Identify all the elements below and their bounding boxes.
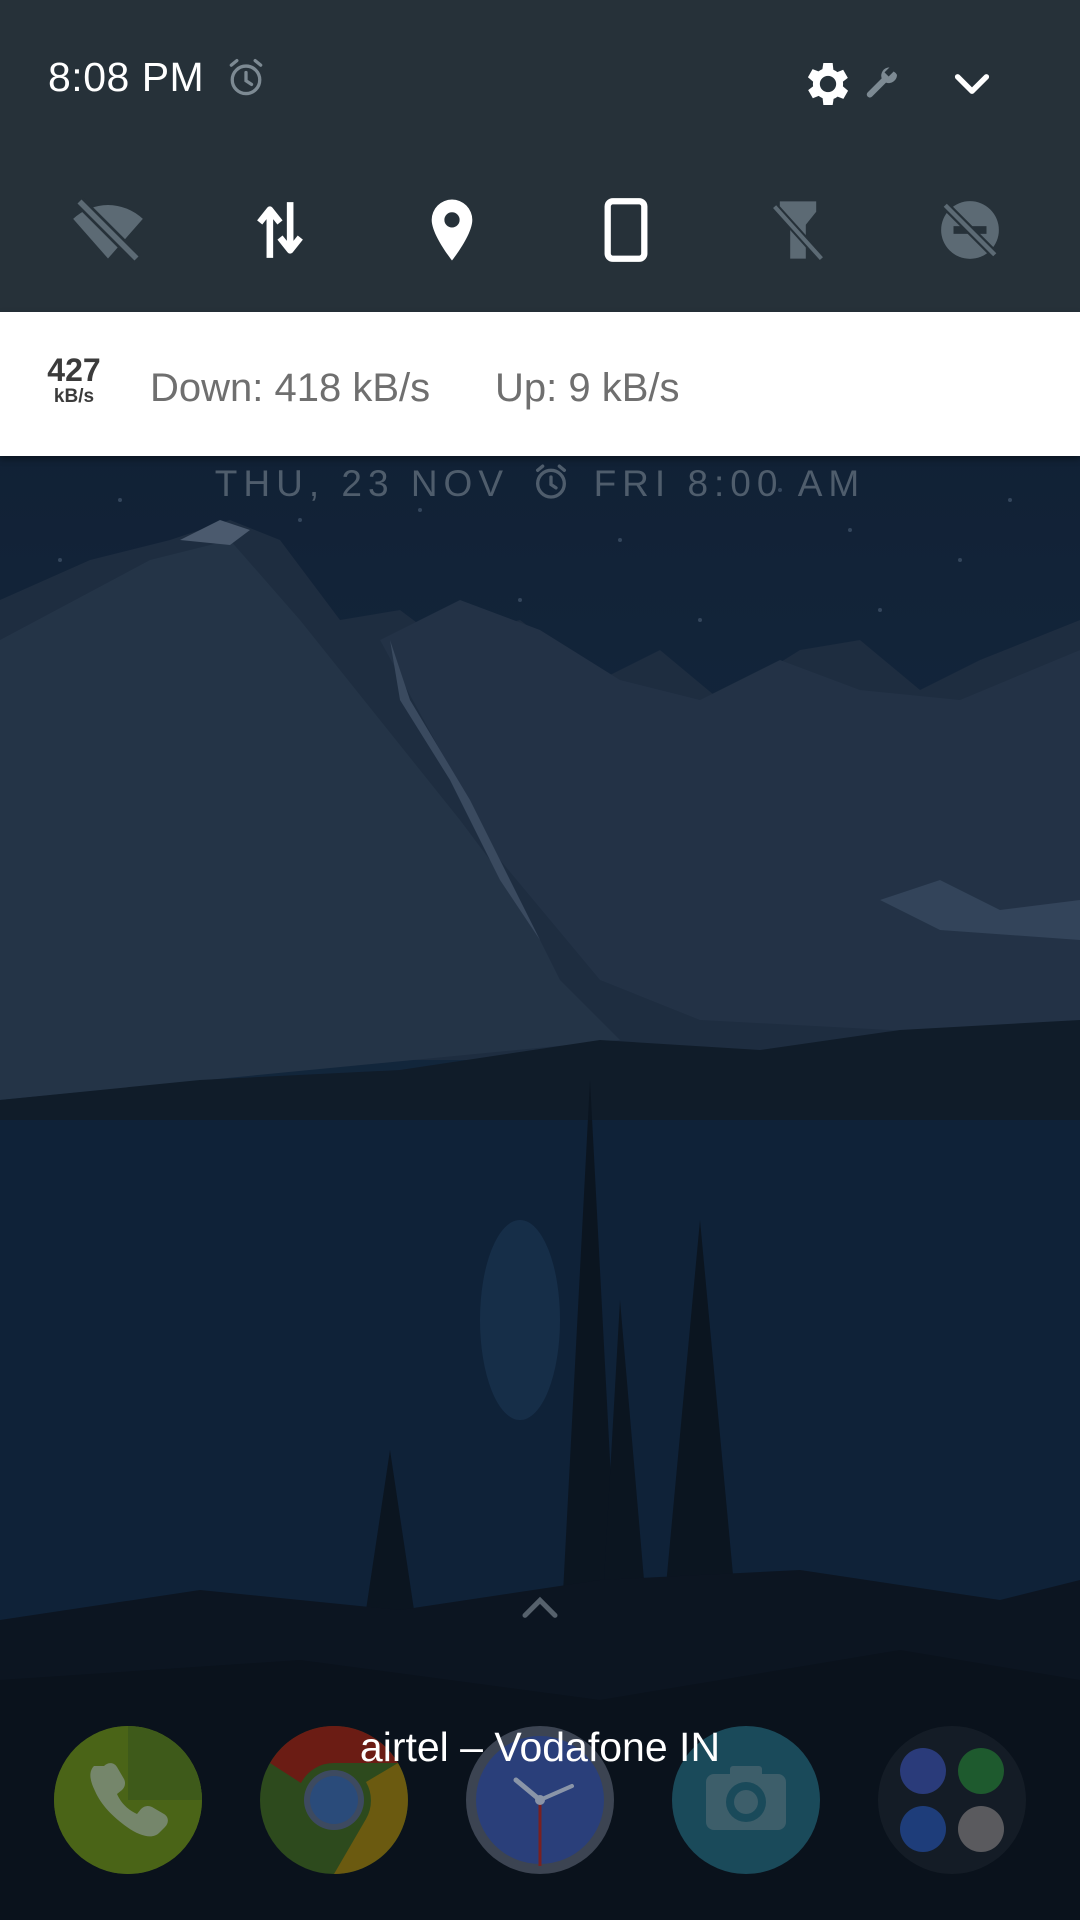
gmail-app-icon[interactable] [958,1806,1004,1852]
next-alarm-icon [536,464,567,499]
alarm-text: FRI 8:00 AM [593,463,866,504]
wifi-off-icon[interactable] [68,190,148,270]
speed-badge-unit: kB/s [53,386,95,407]
clock-time[interactable]: 8:08 PM [48,54,204,101]
speed-badge-value: 427 [47,352,101,388]
carrier-name: airtel – Vodafone IN [359,1724,721,1770]
quick-settings-panel: 8:08 PM [0,0,1080,312]
flashlight-off-icon[interactable] [758,190,838,270]
mobile-data-icon[interactable] [240,190,320,270]
download-speed: Down: 418 kB/s [150,366,431,410]
speed-badge: 427 kB/s [36,354,112,408]
quick-tiles-row [0,190,1080,270]
date-alarm-line: THU, 23 NOV FRI 8:00 AM [0,462,1080,505]
wrench-icon[interactable] [862,64,902,104]
swipe-up-chevron-icon[interactable] [520,1592,560,1622]
messenger-app-icon[interactable] [900,1806,946,1852]
date-text: THU, 23 NOV [214,463,509,504]
location-icon[interactable] [412,190,492,270]
rotation-portrait-icon[interactable] [586,190,666,270]
upload-speed: Up: 9 kB/s [495,366,680,410]
do-not-disturb-off-icon[interactable] [930,190,1010,270]
settings-gear-icon[interactable] [800,56,856,112]
alarm-icon [229,58,263,96]
expand-chevron-icon[interactable] [950,66,994,102]
